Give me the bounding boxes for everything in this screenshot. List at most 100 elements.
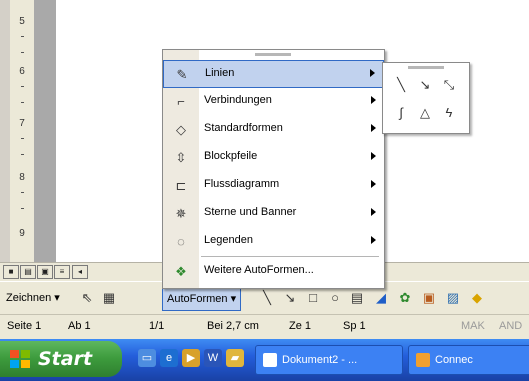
more-autoshapes-icon: ❖ [175, 264, 187, 279]
menu-item-label: Weitere AutoFormen... [204, 264, 314, 276]
ruler-mark [21, 102, 24, 103]
status-and[interactable]: AND [499, 320, 522, 332]
word-quicklaunch-icon[interactable]: W [204, 349, 222, 367]
ruler-number: 6 [19, 66, 25, 77]
wordart-icon[interactable]: ◢ [372, 289, 390, 307]
media-player-icon[interactable]: ▶ [182, 349, 200, 367]
status-bar: Seite 1 Ab 1 1/1 Bei 2,7 cm Ze 1 Sp 1 MA… [0, 314, 529, 339]
taskbar-item-connect[interactable]: Connec [408, 345, 529, 375]
block-arrows-icon: ⇳ [175, 150, 187, 165]
ruler-number: 7 [19, 118, 25, 129]
taskbar-item-dokument2[interactable]: Dokument2 - ... [255, 345, 403, 375]
internet-explorer-icon[interactable]: e [160, 349, 178, 367]
menu-item-label: Sterne und Banner [204, 206, 297, 218]
arrow-icon[interactable]: ↘ [415, 75, 435, 95]
rectangle-icon[interactable]: □ [304, 289, 322, 307]
fill-color-icon[interactable]: ◆ [468, 289, 486, 307]
word-doc-icon [263, 353, 277, 368]
menu-item-weitere-autoformen[interactable]: ❖ Weitere AutoFormen... [163, 258, 384, 286]
connect-icon [416, 353, 430, 368]
picture-icon[interactable]: ▨ [444, 289, 462, 307]
status-page: Seite 1 [7, 320, 42, 332]
print-layout-view-icon[interactable]: ▣ [37, 265, 53, 279]
ruler-mark [21, 36, 24, 37]
lines-submenu: ╲ ↘ ⤡ ∫ △ ϟ [382, 62, 470, 134]
diagram-icon[interactable]: ✿ [396, 289, 414, 307]
autoshapes-menu-button[interactable]: AutoFormen ▾ [162, 287, 242, 311]
line-icon[interactable]: ╲ [258, 289, 276, 307]
folder-quicklaunch-icon[interactable]: ▰ [226, 349, 244, 367]
submenu-arrow-icon [370, 69, 375, 77]
ruler-mark [21, 154, 24, 155]
menu-separator [201, 256, 379, 257]
submenu-arrow-icon [371, 208, 376, 216]
menu-item-verbindungen[interactable]: ⌐ Verbindungen [163, 88, 384, 116]
status-column: Sp 1 [343, 320, 366, 332]
ruler-mark [21, 86, 24, 87]
submenu-arrow-icon [371, 96, 376, 104]
select-pointer-icon[interactable]: ⇖ [78, 289, 96, 307]
menu-item-label: Linien [205, 67, 235, 79]
curve-icon[interactable]: ∫ [391, 103, 411, 123]
menu-item-standardformen[interactable]: ◇ Standardformen [163, 116, 384, 144]
grid-icon[interactable]: ▦ [100, 289, 118, 307]
submenu-drag-grip[interactable] [408, 66, 444, 69]
taskbar: Start ▭ e ▶ W ▰ Dokument2 - ... Connec [0, 339, 529, 381]
start-label: Start [38, 348, 93, 370]
scribble-icon[interactable]: ϟ [439, 103, 459, 123]
flowchart-icon: ⊏ [175, 178, 187, 193]
lines-icon: ✎ [176, 67, 188, 82]
start-button[interactable]: Start [0, 341, 122, 377]
taskbar-item-label: Dokument2 - ... [282, 354, 358, 366]
basic-shapes-icon: ◇ [176, 122, 186, 137]
submenu-arrow-icon [371, 124, 376, 132]
stars-banners-icon: ✵ [175, 206, 187, 221]
ruler-mark [21, 208, 24, 209]
status-section: Ab 1 [68, 320, 91, 332]
menu-item-linien[interactable]: ✎ Linien [163, 60, 384, 88]
freeform-icon[interactable]: △ [415, 103, 435, 123]
draw-menu-button[interactable]: Zeichnen ▾ [2, 287, 64, 309]
submenu-arrow-icon [371, 152, 376, 160]
taskbar-item-label: Connec [435, 354, 473, 366]
menu-item-label: Blockpfeile [204, 150, 258, 162]
vertical-ruler: 5 6 7 8 9 [10, 0, 35, 262]
windows-flag-icon [10, 350, 30, 368]
show-desktop-icon[interactable]: ▭ [138, 349, 156, 367]
oval-icon[interactable]: ○ [326, 289, 344, 307]
callouts-icon: ◌ [177, 234, 185, 249]
menu-item-legenden[interactable]: ◌ Legenden [163, 228, 384, 256]
connectors-icon: ⌐ [177, 94, 185, 109]
ruler-mark [21, 192, 24, 193]
menu-item-label: Flussdiagramm [204, 178, 280, 190]
submenu-arrow-icon [371, 180, 376, 188]
menu-item-label: Standardformen [204, 122, 283, 134]
menu-drag-grip[interactable] [255, 53, 291, 56]
status-position: Bei 2,7 cm [207, 320, 259, 332]
outline-view-icon[interactable]: ≡ [54, 265, 70, 279]
ruler-mark [21, 52, 24, 53]
clipart-icon[interactable]: ▣ [420, 289, 438, 307]
web-layout-view-icon[interactable]: ▤ [20, 265, 36, 279]
status-line: Ze 1 [289, 320, 312, 332]
autoshapes-menu: ✎ Linien ⌐ Verbindungen ◇ Standardformen… [162, 49, 385, 289]
menu-item-flussdiagramm[interactable]: ⊏ Flussdiagramm [163, 172, 384, 200]
scroll-left-icon[interactable]: ◂ [72, 265, 88, 279]
ruler-number: 8 [19, 172, 25, 183]
menu-item-blockpfeile[interactable]: ⇳ Blockpfeile [163, 144, 384, 172]
normal-view-icon[interactable]: ■ [3, 265, 19, 279]
arrow-icon[interactable]: ↘ [281, 289, 299, 307]
menu-item-sterne-und-banner[interactable]: ✵ Sterne und Banner [163, 200, 384, 228]
menu-item-label: Verbindungen [204, 94, 272, 106]
ruler-number: 5 [19, 16, 25, 27]
document-margin-area [34, 0, 56, 262]
status-pages: 1/1 [149, 320, 165, 332]
textbox-icon[interactable]: ▤ [348, 289, 366, 307]
double-arrow-icon[interactable]: ⤡ [439, 75, 459, 95]
ruler-mark [21, 138, 24, 139]
menu-item-label: Legenden [204, 234, 253, 246]
submenu-arrow-icon [371, 236, 376, 244]
ruler-number: 9 [19, 228, 25, 239]
line-icon[interactable]: ╲ [391, 75, 411, 95]
status-mak[interactable]: MAK [461, 320, 485, 332]
